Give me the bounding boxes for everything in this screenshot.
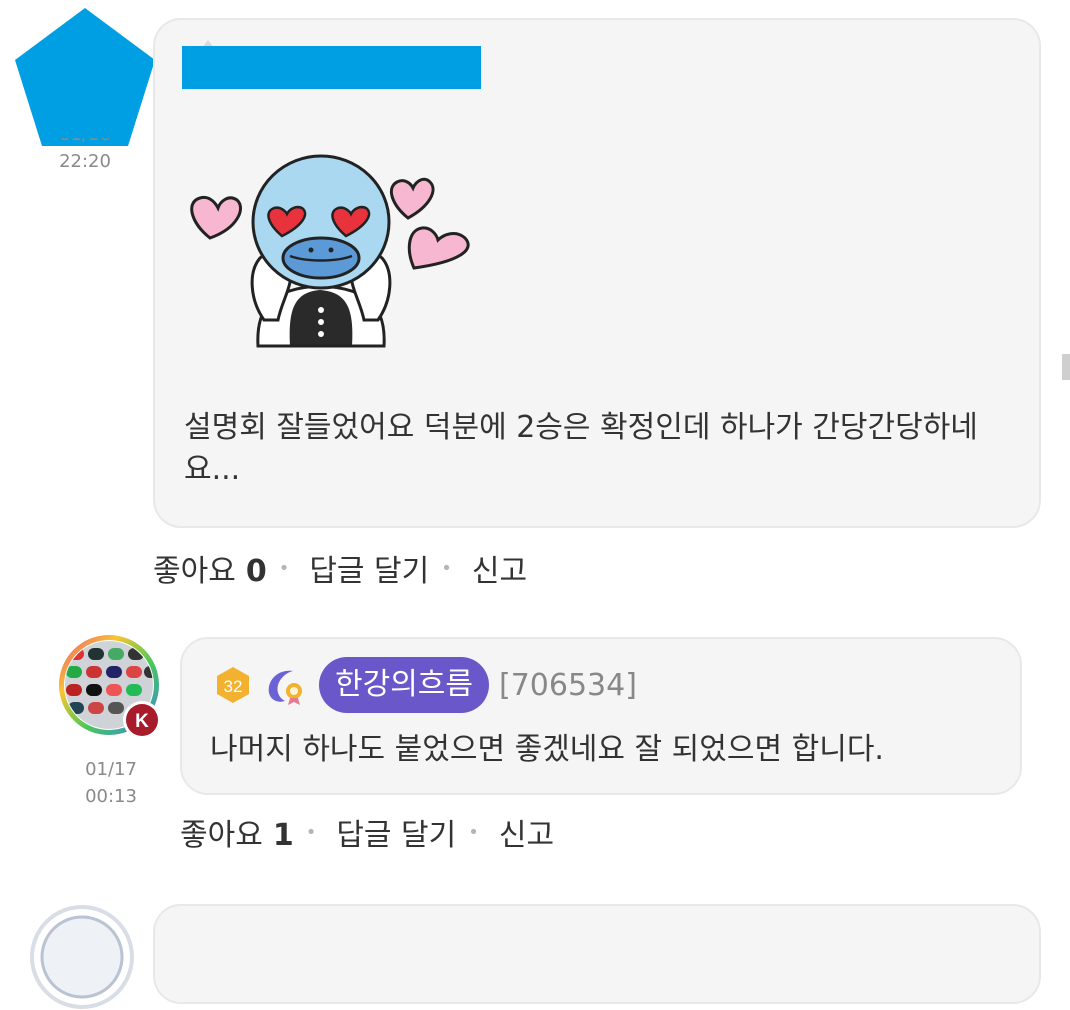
- like-count: 0: [245, 554, 267, 589]
- level-number: 32: [224, 677, 243, 696]
- reply-button[interactable]: 답글 달기: [336, 810, 456, 854]
- report-button[interactable]: 신고: [472, 546, 527, 590]
- like-button[interactable]: 좋아요 0: [153, 546, 267, 590]
- reply-button[interactable]: 답글 달기: [309, 546, 429, 590]
- like-button[interactable]: 좋아요 1: [180, 810, 294, 854]
- separator-dot: •: [278, 557, 290, 579]
- comment-actions: 좋아요 1 • 답글 달기 • 신고: [180, 810, 554, 854]
- nickname-pill[interactable]: 한강의흐름: [319, 657, 489, 713]
- comment-author-row: 32 한강의흐름 [706534]: [213, 657, 637, 713]
- author-name-redacted[interactable]: [182, 46, 481, 89]
- scrollbar-thumb[interactable]: [1062, 354, 1070, 380]
- crescent-medal-icon: [268, 670, 302, 705]
- separator-dot: •: [441, 557, 452, 579]
- level-badge-icon: 32: [217, 667, 249, 703]
- comment-actions: 좋아요 0 • 답글 달기 • 신고: [153, 546, 527, 590]
- comment-timestamp: 01/16 22:20: [59, 138, 111, 172]
- report-button[interactable]: 신고: [499, 810, 554, 854]
- comment-timestamp: 01/17 00:13: [85, 759, 137, 807]
- avatar[interactable]: K: [58, 634, 164, 740]
- avatar-badge-letter: K: [135, 711, 149, 732]
- avatar[interactable]: [30, 905, 135, 1010]
- like-label: 좋아요: [180, 818, 263, 853]
- comment-bubble: [153, 904, 1041, 1004]
- separator-dot: •: [305, 821, 317, 843]
- like-count: 1: [272, 818, 294, 853]
- avatar-redacted[interactable]: [14, 8, 156, 148]
- like-label: 좋아요: [153, 554, 236, 589]
- duck-heart-eyes-sticker: [190, 154, 470, 348]
- user-id: [706534]: [499, 667, 637, 703]
- separator-dot: •: [468, 821, 479, 843]
- comment-text: 설명회 잘들었어요 덕분에 2승은 확정인데 하나가 간당간당하네요...: [184, 410, 978, 487]
- comment-text: 나머지 하나도 붙었으면 좋겠네요 잘 되었으면 합니다.: [210, 732, 884, 767]
